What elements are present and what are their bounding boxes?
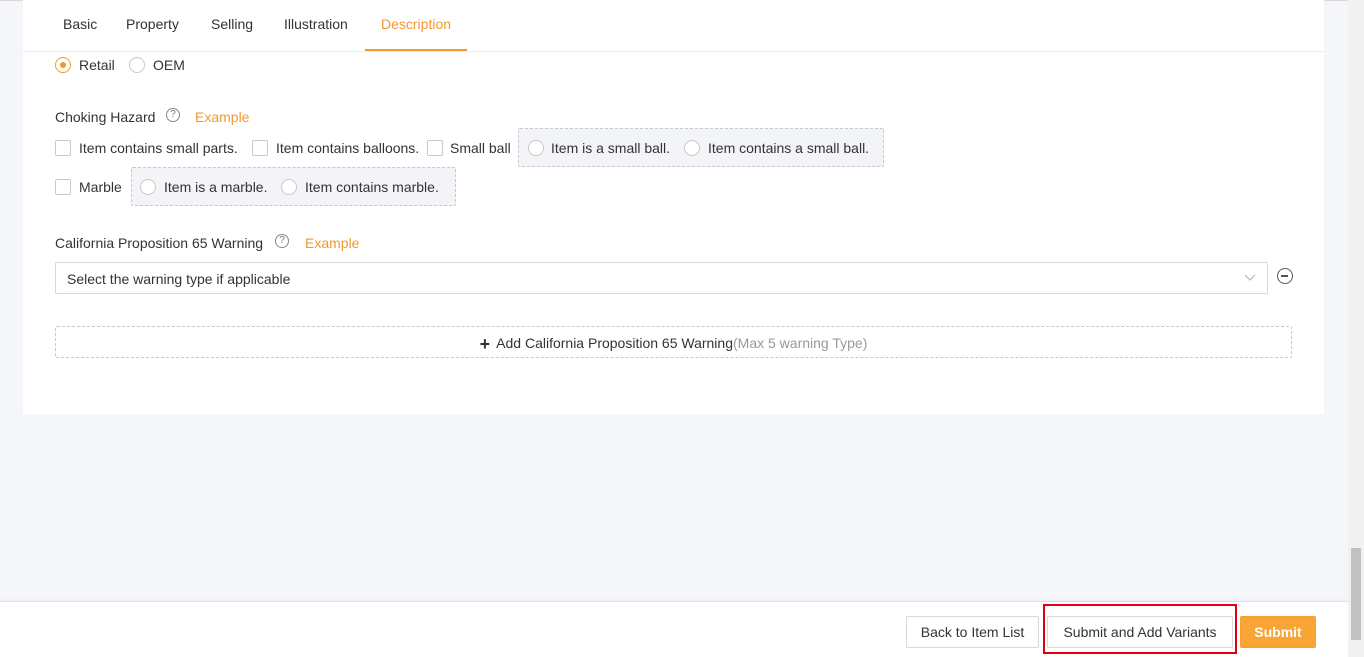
small-parts-checkbox[interactable] bbox=[55, 140, 71, 156]
help-icon[interactable]: ? bbox=[166, 108, 180, 122]
tab-property[interactable]: Property bbox=[126, 0, 179, 51]
marble-checkbox[interactable] bbox=[55, 179, 71, 195]
plus-icon: + bbox=[479, 334, 491, 354]
add-prop65-label: Add California Proposition 65 Warning bbox=[496, 335, 733, 351]
prop65-example-link[interactable]: Example bbox=[305, 235, 359, 251]
small-parts-label: Item contains small parts. bbox=[79, 140, 238, 156]
remove-warning-icon[interactable] bbox=[1277, 268, 1293, 284]
chevron-down-icon bbox=[1244, 274, 1256, 281]
marble-label: Marble bbox=[79, 179, 122, 195]
warning-type-placeholder: Select the warning type if applicable bbox=[67, 271, 291, 287]
add-prop65-warning-button[interactable]: + Add California Proposition 65 Warning(M… bbox=[55, 326, 1292, 358]
description-card: Basic Property Selling Illustration Desc… bbox=[23, 0, 1324, 414]
submit-button[interactable]: Submit bbox=[1240, 616, 1316, 648]
balloons-checkbox[interactable] bbox=[252, 140, 268, 156]
small-ball-checkbox[interactable] bbox=[427, 140, 443, 156]
oem-label: OEM bbox=[153, 57, 185, 73]
contains-marble-label: Item contains marble. bbox=[305, 179, 439, 195]
retail-label: Retail bbox=[79, 57, 115, 73]
retail-radio[interactable] bbox=[55, 57, 71, 73]
contains-marble-radio[interactable] bbox=[281, 179, 297, 195]
scrollbar-thumb[interactable] bbox=[1351, 548, 1361, 640]
tab-selling[interactable]: Selling bbox=[211, 0, 253, 51]
add-prop65-note: (Max 5 warning Type) bbox=[733, 335, 868, 351]
contains-small-ball-radio[interactable] bbox=[684, 140, 700, 156]
tab-illustration[interactable]: Illustration bbox=[284, 0, 348, 51]
is-marble-radio[interactable] bbox=[140, 179, 156, 195]
highlight-box bbox=[1043, 604, 1237, 654]
tab-description[interactable]: Description bbox=[365, 0, 468, 51]
is-small-ball-label: Item is a small ball. bbox=[551, 140, 671, 156]
help-icon[interactable]: ? bbox=[275, 234, 289, 248]
choking-hazard-label: Choking Hazard bbox=[55, 109, 156, 125]
warning-type-select[interactable]: Select the warning type if applicable bbox=[55, 262, 1268, 294]
contains-small-ball-label: Item contains a small ball. bbox=[708, 140, 870, 156]
tab-basic[interactable]: Basic bbox=[63, 0, 97, 51]
tab-bar: Basic Property Selling Illustration Desc… bbox=[23, 0, 1324, 52]
is-marble-label: Item is a marble. bbox=[164, 179, 268, 195]
is-small-ball-radio[interactable] bbox=[528, 140, 544, 156]
oem-radio[interactable] bbox=[129, 57, 145, 73]
back-to-item-list-button[interactable]: Back to Item List bbox=[906, 616, 1039, 648]
choking-hazard-example-link[interactable]: Example bbox=[195, 109, 249, 125]
small-ball-label: Small ball bbox=[450, 140, 511, 156]
prop65-label: California Proposition 65 Warning bbox=[55, 235, 264, 251]
balloons-label: Item contains balloons. bbox=[276, 140, 420, 156]
page-scrollbar[interactable] bbox=[1348, 0, 1364, 657]
